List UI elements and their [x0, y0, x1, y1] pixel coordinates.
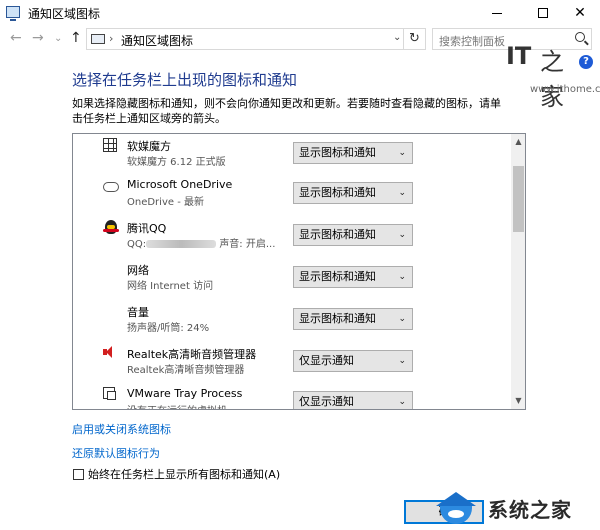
list-item: VMware Tray Process 没有正在运行的虚拟机 仅显示通知 ⌄: [73, 383, 511, 409]
chevron-down-icon: ⌄: [398, 397, 406, 407]
chevron-down-icon[interactable]: ⌄: [393, 32, 401, 43]
chevron-down-icon: ⌄: [398, 188, 406, 198]
search-placeholder: 搜索控制面板: [439, 35, 505, 48]
minimize-button[interactable]: [474, 0, 520, 26]
always-show-checkbox[interactable]: [73, 469, 84, 480]
help-icon[interactable]: ?: [579, 55, 593, 69]
list-item: 腾讯QQ QQ: 声音: 开启... 显示图标和通知 ⌄: [73, 216, 511, 258]
item-description-suffix: 声音: 开启...: [219, 239, 276, 250]
behavior-value: 显示图标和通知: [299, 186, 376, 199]
behavior-value: 显示图标和通知: [299, 270, 376, 283]
title-bar: 通知区域图标 ✕: [0, 0, 600, 26]
always-show-label[interactable]: 始终在任务栏上显示所有图标和通知(A): [88, 466, 280, 482]
page-description: 如果选择隐藏图标和通知，则不会向你通知更改和更新。若要随时查看隐藏的图标，请单击…: [72, 97, 501, 125]
scroll-down-icon[interactable]: ▼: [511, 393, 525, 409]
behavior-select[interactable]: 显示图标和通知 ⌄: [293, 266, 413, 288]
item-name: Microsoft OneDrive: [127, 178, 233, 191]
up-button[interactable]: ↑: [70, 30, 82, 46]
house-base: [440, 506, 472, 524]
address-bar[interactable]: › 通知区域图标 ⌄: [86, 28, 404, 50]
ithome-logo-it: IT: [506, 42, 532, 70]
ithome-logo-zh: 之家: [540, 48, 564, 111]
control-panel-icon: [6, 6, 20, 21]
vertical-scrollbar[interactable]: ▲ ▼: [511, 134, 525, 409]
breadcrumb-separator[interactable]: ›: [109, 32, 113, 45]
chevron-down-icon: ⌄: [398, 272, 406, 282]
list-item: Microsoft OneDrive OneDrive - 最新 显示图标和通知…: [73, 174, 511, 216]
house-roof: [436, 492, 476, 506]
redacted-number: [146, 240, 217, 248]
item-description: 没有正在运行的虚拟机: [127, 402, 227, 409]
grid-app-icon: [103, 138, 117, 152]
cloud-icon: [103, 182, 119, 192]
minimize-icon: [492, 12, 502, 14]
qq-penguin-icon: [103, 220, 119, 234]
recent-locations-button[interactable]: ⌄: [54, 33, 62, 44]
item-description: 扬声器/听筒: 24%: [127, 323, 210, 334]
behavior-value: 显示图标和通知: [299, 146, 376, 159]
behavior-value: 仅显示通知: [299, 354, 354, 367]
item-description: 网络 Internet 访问: [127, 281, 214, 292]
item-name: 音量: [127, 306, 149, 319]
notification-icons-list[interactable]: 软媒魔方 软媒魔方 6.12 正式版 显示图标和通知 ⌄ Microsoft On…: [72, 133, 526, 410]
behavior-select[interactable]: 显示图标和通知 ⌄: [293, 182, 413, 204]
item-name: VMware Tray Process: [127, 387, 243, 400]
item-name: Realtek高清晰音频管理器: [127, 348, 257, 361]
close-icon: ✕: [574, 5, 586, 21]
chevron-down-icon: ⌄: [398, 314, 406, 324]
chevron-down-icon: ⌄: [398, 230, 406, 240]
behavior-select[interactable]: 显示图标和通知 ⌄: [293, 308, 413, 330]
behavior-select[interactable]: 仅显示通知 ⌄: [293, 391, 413, 409]
list-item: 音量 扬声器/听筒: 24% 显示图标和通知 ⌄: [73, 300, 511, 342]
breadcrumb[interactable]: 通知区域图标: [121, 32, 193, 49]
item-description: 软媒魔方 6.12 正式版: [127, 157, 226, 168]
xitongzhijia-watermark: 系统之家: [432, 484, 600, 530]
computer-icon: [91, 34, 105, 44]
back-button[interactable]: ←: [10, 30, 22, 46]
window-title: 通知区域图标: [28, 7, 101, 21]
item-description: QQ: 声音: 开启...: [127, 235, 275, 250]
maximize-icon: [538, 8, 548, 18]
behavior-select[interactable]: 仅显示通知 ⌄: [293, 350, 413, 372]
speaker-icon: [103, 346, 117, 358]
item-description: OneDrive - 最新: [127, 197, 204, 208]
scrollbar-thumb[interactable]: [513, 166, 524, 232]
ithome-logo: IT 之家: [506, 42, 576, 111]
watermark-text: 系统之家: [488, 498, 572, 522]
list-item: Realtek高清晰音频管理器 Realtek高清晰音频管理器 仅显示通知 ⌄: [73, 342, 511, 384]
close-button[interactable]: ✕: [560, 0, 600, 26]
behavior-value: 仅显示通知: [299, 395, 354, 408]
system-icons-link[interactable]: 启用或关闭系统图标: [72, 421, 171, 437]
chevron-down-icon: ⌄: [398, 356, 406, 366]
list-item: 软媒魔方 软媒魔方 6.12 正式版 显示图标和通知 ⌄: [73, 134, 511, 176]
item-name: 网络: [127, 264, 149, 277]
behavior-select[interactable]: 显示图标和通知 ⌄: [293, 224, 413, 246]
search-icon[interactable]: [575, 32, 585, 42]
behavior-select[interactable]: 显示图标和通知 ⌄: [293, 142, 413, 164]
house-logo-icon: [432, 492, 476, 526]
restore-default-link[interactable]: 还原默认图标行为: [72, 445, 160, 461]
item-description: Realtek高清晰音频管理器: [127, 365, 245, 376]
forward-button[interactable]: →: [32, 30, 44, 46]
refresh-button[interactable]: ↻: [404, 28, 426, 50]
behavior-value: 显示图标和通知: [299, 228, 376, 241]
item-name: 软媒魔方: [127, 140, 171, 153]
chevron-down-icon: ⌄: [398, 148, 406, 158]
behavior-value: 显示图标和通知: [299, 312, 376, 325]
item-name: 腾讯QQ: [127, 222, 167, 235]
scroll-up-icon[interactable]: ▲: [511, 134, 525, 150]
page-title: 选择在任务栏上出现的图标和通知: [72, 71, 298, 89]
ithome-url: www.ithome.com: [530, 84, 600, 95]
item-description-prefix: QQ:: [127, 239, 147, 250]
list-item: 网络 网络 Internet 访问 显示图标和通知 ⌄: [73, 258, 511, 300]
vmware-icon: [103, 387, 116, 400]
